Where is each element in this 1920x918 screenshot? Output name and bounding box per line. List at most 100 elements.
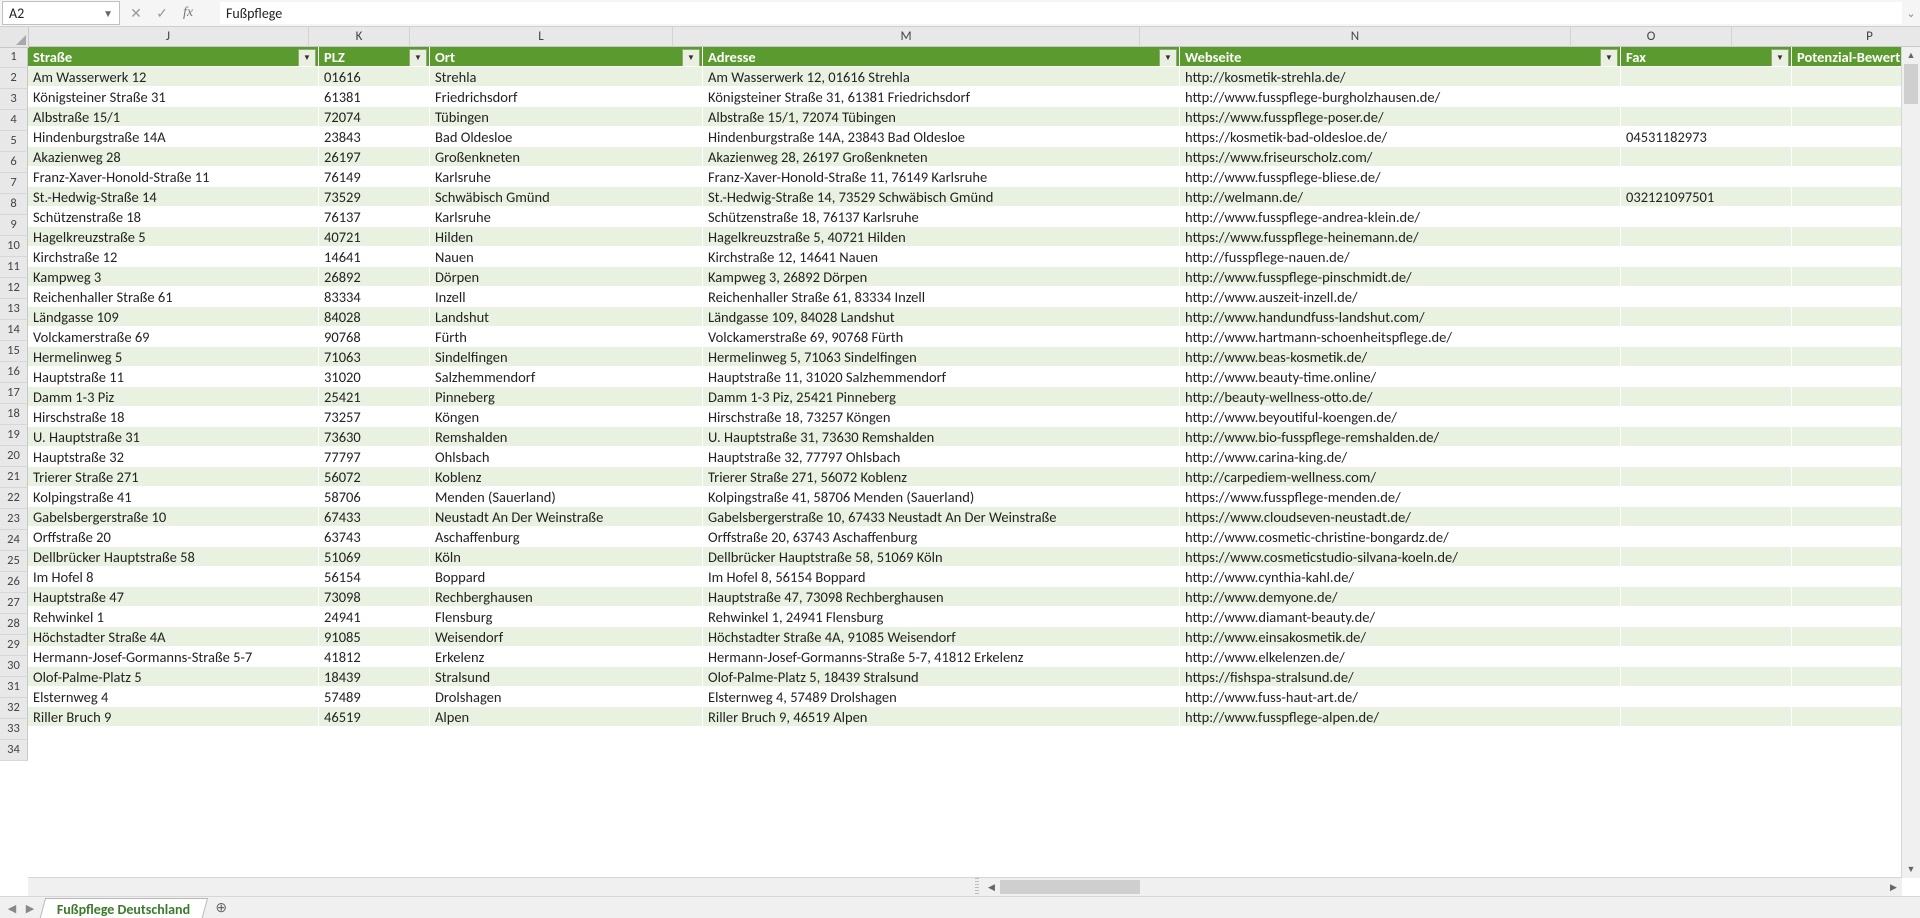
cell[interactable]: Weisendorf [430, 627, 703, 647]
cell[interactable]: 7,73 [1792, 187, 1902, 207]
cell[interactable] [1621, 507, 1792, 527]
cell[interactable]: Salzhemmendorf [430, 367, 703, 387]
cell[interactable] [1621, 267, 1792, 287]
cell[interactable]: Höchstadter Straße 4A [28, 627, 319, 647]
cell[interactable]: Dellbrücker Hauptstraße 58, 51069 Köln [703, 547, 1180, 567]
cell[interactable]: 6,33 [1792, 607, 1902, 627]
cell[interactable]: 18439 [319, 667, 430, 687]
cell[interactable]: Höchstadter Straße 4A, 91085 Weisendorf [703, 627, 1180, 647]
cell[interactable]: 63743 [319, 527, 430, 547]
cell[interactable]: https://www.cosmeticstudio-silvana-koeln… [1180, 547, 1621, 567]
scroll-up-icon[interactable]: ▲ [1902, 47, 1920, 64]
cell[interactable]: 26197 [319, 147, 430, 167]
cell[interactable]: 7,75 [1792, 287, 1902, 307]
cell[interactable]: 8,12 [1792, 167, 1902, 187]
row-header-14[interactable]: 14 [0, 320, 28, 341]
cell[interactable]: Hirschstraße 18 [28, 407, 319, 427]
cell[interactable]: Friedrichsdorf [430, 87, 703, 107]
cell[interactable]: Olof-Palme-Platz 5 [28, 667, 319, 687]
filter-dropdown-icon[interactable]: ▼ [298, 49, 316, 67]
cell[interactable]: Drolshagen [430, 687, 703, 707]
cell[interactable]: U. Hauptstraße 31, 73630 Remshalden [703, 427, 1180, 447]
cell[interactable]: Erkelenz [430, 647, 703, 667]
cell[interactable]: Hauptstraße 47 [28, 587, 319, 607]
cell[interactable]: Ländgasse 109 [28, 307, 319, 327]
table-header-cell[interactable]: Webseite▼ [1180, 47, 1621, 67]
row-header-4[interactable]: 4 [0, 110, 28, 131]
column-header-J[interactable]: J [28, 27, 309, 47]
cell[interactable]: 56154 [319, 567, 430, 587]
cell[interactable]: Hermann-Josef-Gormanns-Straße 5-7 [28, 647, 319, 667]
column-header-L[interactable]: L [410, 27, 673, 47]
cell[interactable] [1621, 247, 1792, 267]
cell[interactable]: 8,03 [1792, 87, 1902, 107]
cell[interactable]: Karlsruhe [430, 207, 703, 227]
filter-dropdown-icon[interactable]: ▼ [1600, 49, 1618, 67]
cell[interactable]: Reichenhaller Straße 61 [28, 287, 319, 307]
column-header-O[interactable]: O [1571, 27, 1732, 47]
cell[interactable]: 73529 [319, 187, 430, 207]
cell[interactable]: Akazienweg 28 [28, 147, 319, 167]
cell[interactable]: Sindelfingen [430, 347, 703, 367]
cell[interactable] [1621, 607, 1792, 627]
cell[interactable]: 26892 [319, 267, 430, 287]
column-header-M[interactable]: M [673, 27, 1140, 47]
cell[interactable]: 7,69 [1792, 527, 1902, 547]
hscroll-split-handle[interactable] [975, 878, 979, 896]
cell[interactable]: Köln [430, 547, 703, 567]
cell[interactable]: Elsternweg 4, 57489 Drolshagen [703, 687, 1180, 707]
cell[interactable]: http://www.fusspflege-andrea-klein.de/ [1180, 207, 1621, 227]
cell[interactable]: 3,65 [1792, 387, 1902, 407]
cell[interactable] [1621, 567, 1792, 587]
row-header-20[interactable]: 20 [0, 446, 28, 467]
scroll-down-icon[interactable]: ▼ [1902, 861, 1920, 878]
cell[interactable]: https://www.fusspflege-poser.de/ [1180, 107, 1621, 127]
expand-formula-bar-icon[interactable]: ⌄ [1902, 7, 1920, 20]
cell[interactable]: https://www.cloudseven-neustadt.de/ [1180, 507, 1621, 527]
cell[interactable]: Schützenstraße 18 [28, 207, 319, 227]
cell[interactable]: 77797 [319, 447, 430, 467]
cell[interactable]: Fürth [430, 327, 703, 347]
cell[interactable]: Großenkneten [430, 147, 703, 167]
cell[interactable]: 3,28 [1792, 427, 1902, 447]
cell[interactable] [1621, 367, 1792, 387]
cell[interactable]: 9,89 [1792, 207, 1902, 227]
cell[interactable] [1621, 427, 1792, 447]
cell[interactable]: http://www.fusspflege-burgholzhausen.de/ [1180, 87, 1621, 107]
cell[interactable]: Hindenburgstraße 14A, 23843 Bad Oldesloe [703, 127, 1180, 147]
vscroll-track[interactable] [1902, 64, 1920, 861]
row-header-30[interactable]: 30 [0, 656, 28, 677]
cell[interactable]: Stralsund [430, 667, 703, 687]
cell[interactable]: Königsteiner Straße 31 [28, 87, 319, 107]
filter-dropdown-icon[interactable]: ▼ [1771, 49, 1789, 67]
cell[interactable]: http://www.bio-fusspflege-remshalden.de/ [1180, 427, 1621, 447]
cell[interactable]: 01616 [319, 67, 430, 87]
cell[interactable]: Trierer Straße 271, 56072 Koblenz [703, 467, 1180, 487]
row-header-28[interactable]: 28 [0, 614, 28, 635]
cell[interactable] [1621, 707, 1792, 727]
row-header-17[interactable]: 17 [0, 383, 28, 404]
cell[interactable]: 6,83 [1792, 687, 1902, 707]
row-header-24[interactable]: 24 [0, 530, 28, 551]
cell[interactable] [1621, 687, 1792, 707]
cell[interactable]: 41812 [319, 647, 430, 667]
cell[interactable]: http://www.beas-kosmetik.de/ [1180, 347, 1621, 367]
cell[interactable] [1621, 407, 1792, 427]
cell[interactable]: https://www.fusspflege-menden.de/ [1180, 487, 1621, 507]
name-box-dropdown-icon[interactable]: ▼ [103, 7, 113, 20]
scroll-left-icon[interactable]: ◀ [983, 879, 1000, 896]
cell[interactable]: Dellbrücker Hauptstraße 58 [28, 547, 319, 567]
cell[interactable] [1621, 347, 1792, 367]
formula-input[interactable]: Fußpflege [220, 2, 1902, 24]
row-header-10[interactable]: 10 [0, 236, 28, 257]
cell[interactable] [1621, 487, 1792, 507]
cell[interactable]: http://www.fusspflege-pinschmidt.de/ [1180, 267, 1621, 287]
cell[interactable]: Schützenstraße 18, 76137 Karlsruhe [703, 207, 1180, 227]
cell[interactable]: 8,45 [1792, 647, 1902, 667]
cell[interactable]: https://www.friseurscholz.com/ [1180, 147, 1621, 167]
cell[interactable]: Hauptstraße 11 [28, 367, 319, 387]
row-header-33[interactable]: 33 [0, 719, 28, 740]
cell[interactable]: Akazienweg 28, 26197 Großenkneten [703, 147, 1180, 167]
cell[interactable]: Riller Bruch 9 [28, 707, 319, 727]
cell[interactable] [1621, 587, 1792, 607]
